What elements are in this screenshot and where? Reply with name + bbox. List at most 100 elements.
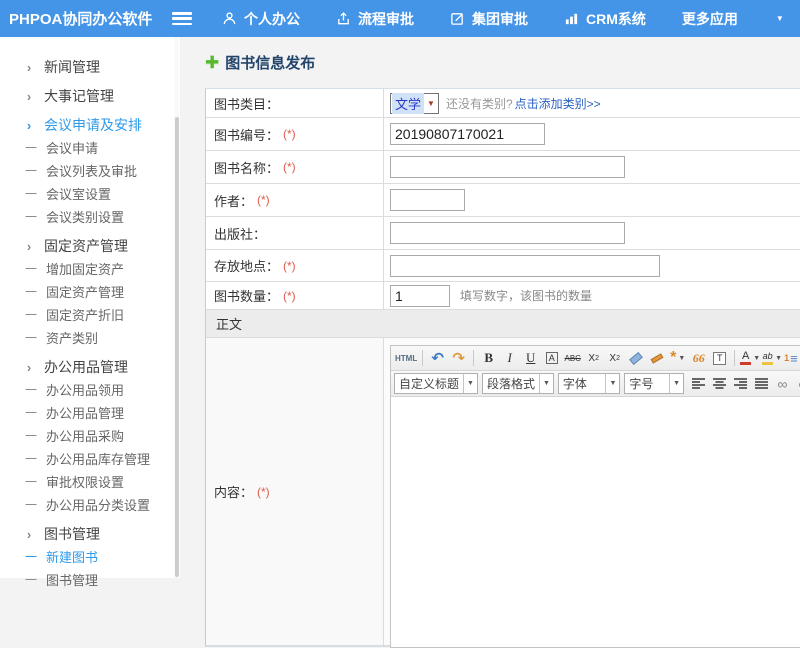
sidebar-item-fixed-assets-management[interactable]: ›固定资产管理 (0, 235, 180, 257)
editor-toolbar-row1: HTML ↶ ↷ B I U A ABC X2 X2 * (391, 346, 800, 371)
dash-icon: 一 (24, 162, 38, 179)
sidebar-item-new-book[interactable]: 一新建图书 (0, 545, 180, 568)
sidebar-item-meeting-apply-arrange[interactable]: ›会议申请及安排 (0, 114, 180, 136)
publisher-input[interactable] (390, 222, 625, 244)
strikethrough-button[interactable]: ABC (563, 348, 582, 368)
sidebar-item-approval-permission-settings[interactable]: 一审批权限设置 (0, 470, 180, 493)
dropdown-arrow-icon: ▼ (669, 374, 683, 393)
sidebar-item-supplies-requisition[interactable]: 一办公用品领用 (0, 378, 180, 401)
sidebar-item-fixed-asset-management[interactable]: 一固定资产管理 (0, 280, 180, 303)
sidebar-item-book-management-list[interactable]: 一图书管理 (0, 568, 180, 591)
font-color-button[interactable]: A▼ (740, 348, 760, 368)
menu-personal-office[interactable]: 个人办公 (222, 9, 300, 29)
align-justify-button[interactable] (752, 374, 771, 394)
dash-icon: 一 (24, 306, 38, 323)
required-mark: (*) (283, 160, 296, 174)
ordered-list-button[interactable]: 1≡▼ (784, 348, 800, 368)
bar-chart-icon (564, 11, 579, 26)
boxed-a-button[interactable]: A (542, 348, 561, 368)
required-mark: (*) (283, 289, 296, 303)
blockquote-button[interactable]: 66 (689, 348, 708, 368)
dash-icon: 一 (24, 329, 38, 346)
no-category-hint: 还没有类别? (446, 95, 513, 112)
sidebar-item-meeting-apply[interactable]: 一会议申请 (0, 136, 180, 159)
superscript-button[interactable]: X2 (584, 348, 603, 368)
menu-group-approval[interactable]: 集团审批 (450, 9, 528, 29)
eraser-icon (629, 351, 643, 364)
sidebar-scrollbar-thumb[interactable] (175, 117, 179, 577)
author-input[interactable] (390, 189, 465, 211)
quick-format-button[interactable]: *▼ (668, 348, 687, 368)
align-justify-icon (755, 378, 768, 389)
sidebar-item-fixed-asset-depreciation[interactable]: 一固定资产折旧 (0, 303, 180, 326)
more-apps-caret-button[interactable]: ▼ (774, 14, 784, 23)
author-row: 作者：(*) (206, 184, 800, 217)
font-family-select[interactable]: 字体▼ (558, 373, 621, 394)
remove-format-button[interactable] (626, 348, 645, 368)
dash-icon: 一 (24, 139, 38, 156)
redo-button[interactable]: ↷ (449, 348, 468, 368)
required-mark: (*) (283, 127, 296, 141)
dropdown-arrow-icon: ▼ (463, 374, 477, 393)
dropdown-arrow-icon: ▼ (753, 355, 760, 362)
format-brush-button[interactable] (647, 348, 666, 368)
sidebar-item-supplies-purchase[interactable]: 一办公用品采购 (0, 424, 180, 447)
insert-link-button[interactable]: ∞ (773, 374, 792, 394)
plus-icon: ✚ (205, 56, 219, 70)
align-right-button[interactable] (731, 374, 750, 394)
dash-icon: 一 (24, 496, 38, 513)
user-icon (222, 11, 237, 26)
align-right-icon (734, 378, 747, 389)
quick-format-icon: * (670, 353, 676, 363)
book-category-select[interactable]: 文学 ▼ (390, 93, 439, 114)
required-mark: (*) (283, 259, 296, 273)
book-number-input[interactable] (390, 123, 545, 145)
editor-content-area[interactable] (391, 397, 800, 647)
sidebar-item-supplies-inventory-management[interactable]: 一办公用品库存管理 (0, 447, 180, 470)
book-quantity-input[interactable] (390, 285, 450, 307)
sidebar-item-supplies-category-settings[interactable]: 一办公用品分类设置 (0, 493, 180, 516)
brush-icon (650, 353, 663, 363)
sidebar-item-meeting-category-settings[interactable]: 一会议类别设置 (0, 205, 180, 228)
sidebar-item-supplies-management[interactable]: 一办公用品管理 (0, 401, 180, 424)
font-size-select[interactable]: 字号▼ (624, 373, 684, 394)
topbar: PHPOA协同办公软件 个人办公 流程审批 集团审批 CRM系统 更多应用 ▼ (0, 0, 800, 37)
boxed-a-icon: A (546, 352, 558, 364)
sidebar-item-meeting-room-settings[interactable]: 一会议室设置 (0, 182, 180, 205)
paste-text-button[interactable]: T (710, 348, 729, 368)
sidebar-item-news-management[interactable]: ›新闻管理 (0, 56, 180, 78)
dash-icon: 一 (24, 208, 38, 225)
dash-icon: 一 (24, 548, 38, 565)
paragraph-format-select[interactable]: 段落格式▼ (482, 373, 554, 394)
highlight-color-button[interactable]: ab▼ (762, 348, 782, 368)
highlight-color-icon: ab (762, 352, 773, 365)
field-label: 图书编号： (214, 125, 279, 144)
menu-process-approval[interactable]: 流程审批 (336, 9, 414, 29)
italic-button[interactable]: I (500, 348, 519, 368)
book-name-input[interactable] (390, 156, 625, 178)
sidebar-item-office-supplies-management[interactable]: ›办公用品管理 (0, 356, 180, 378)
remove-link-button[interactable]: ∞✕ (794, 374, 800, 394)
dash-icon: 一 (24, 404, 38, 421)
sidebar-item-add-fixed-asset[interactable]: 一增加固定资产 (0, 257, 180, 280)
html-source-button[interactable]: HTML (395, 348, 417, 368)
subscript-button[interactable]: X2 (605, 348, 624, 368)
sidebar-toggle-button[interactable] (172, 12, 192, 25)
sidebar-item-meeting-list-approval[interactable]: 一会议列表及审批 (0, 159, 180, 182)
storage-location-input[interactable] (390, 255, 660, 277)
add-category-link[interactable]: 点击添加类别>> (515, 95, 601, 112)
chevron-right-icon: › (22, 89, 36, 104)
sidebar-item-asset-category[interactable]: 一资产类别 (0, 326, 180, 349)
align-left-button[interactable] (689, 374, 708, 394)
custom-title-select[interactable]: 自定义标题▼ (394, 373, 478, 394)
underline-button[interactable]: U (521, 348, 540, 368)
sidebar-item-book-management[interactable]: ›图书管理 (0, 523, 180, 545)
menu-crm-system[interactable]: CRM系统 (564, 9, 646, 29)
book-form: 图书类目： 文学 ▼ 还没有类别? 点击添加类别>> 图书编号：(*) 图书名称… (205, 88, 800, 647)
undo-button[interactable]: ↶ (428, 348, 447, 368)
menu-more-apps[interactable]: 更多应用 (682, 9, 738, 29)
bold-button[interactable]: B (479, 348, 498, 368)
dash-icon: 一 (24, 381, 38, 398)
align-center-button[interactable] (710, 374, 729, 394)
sidebar-item-events-management[interactable]: ›大事记管理 (0, 85, 180, 107)
